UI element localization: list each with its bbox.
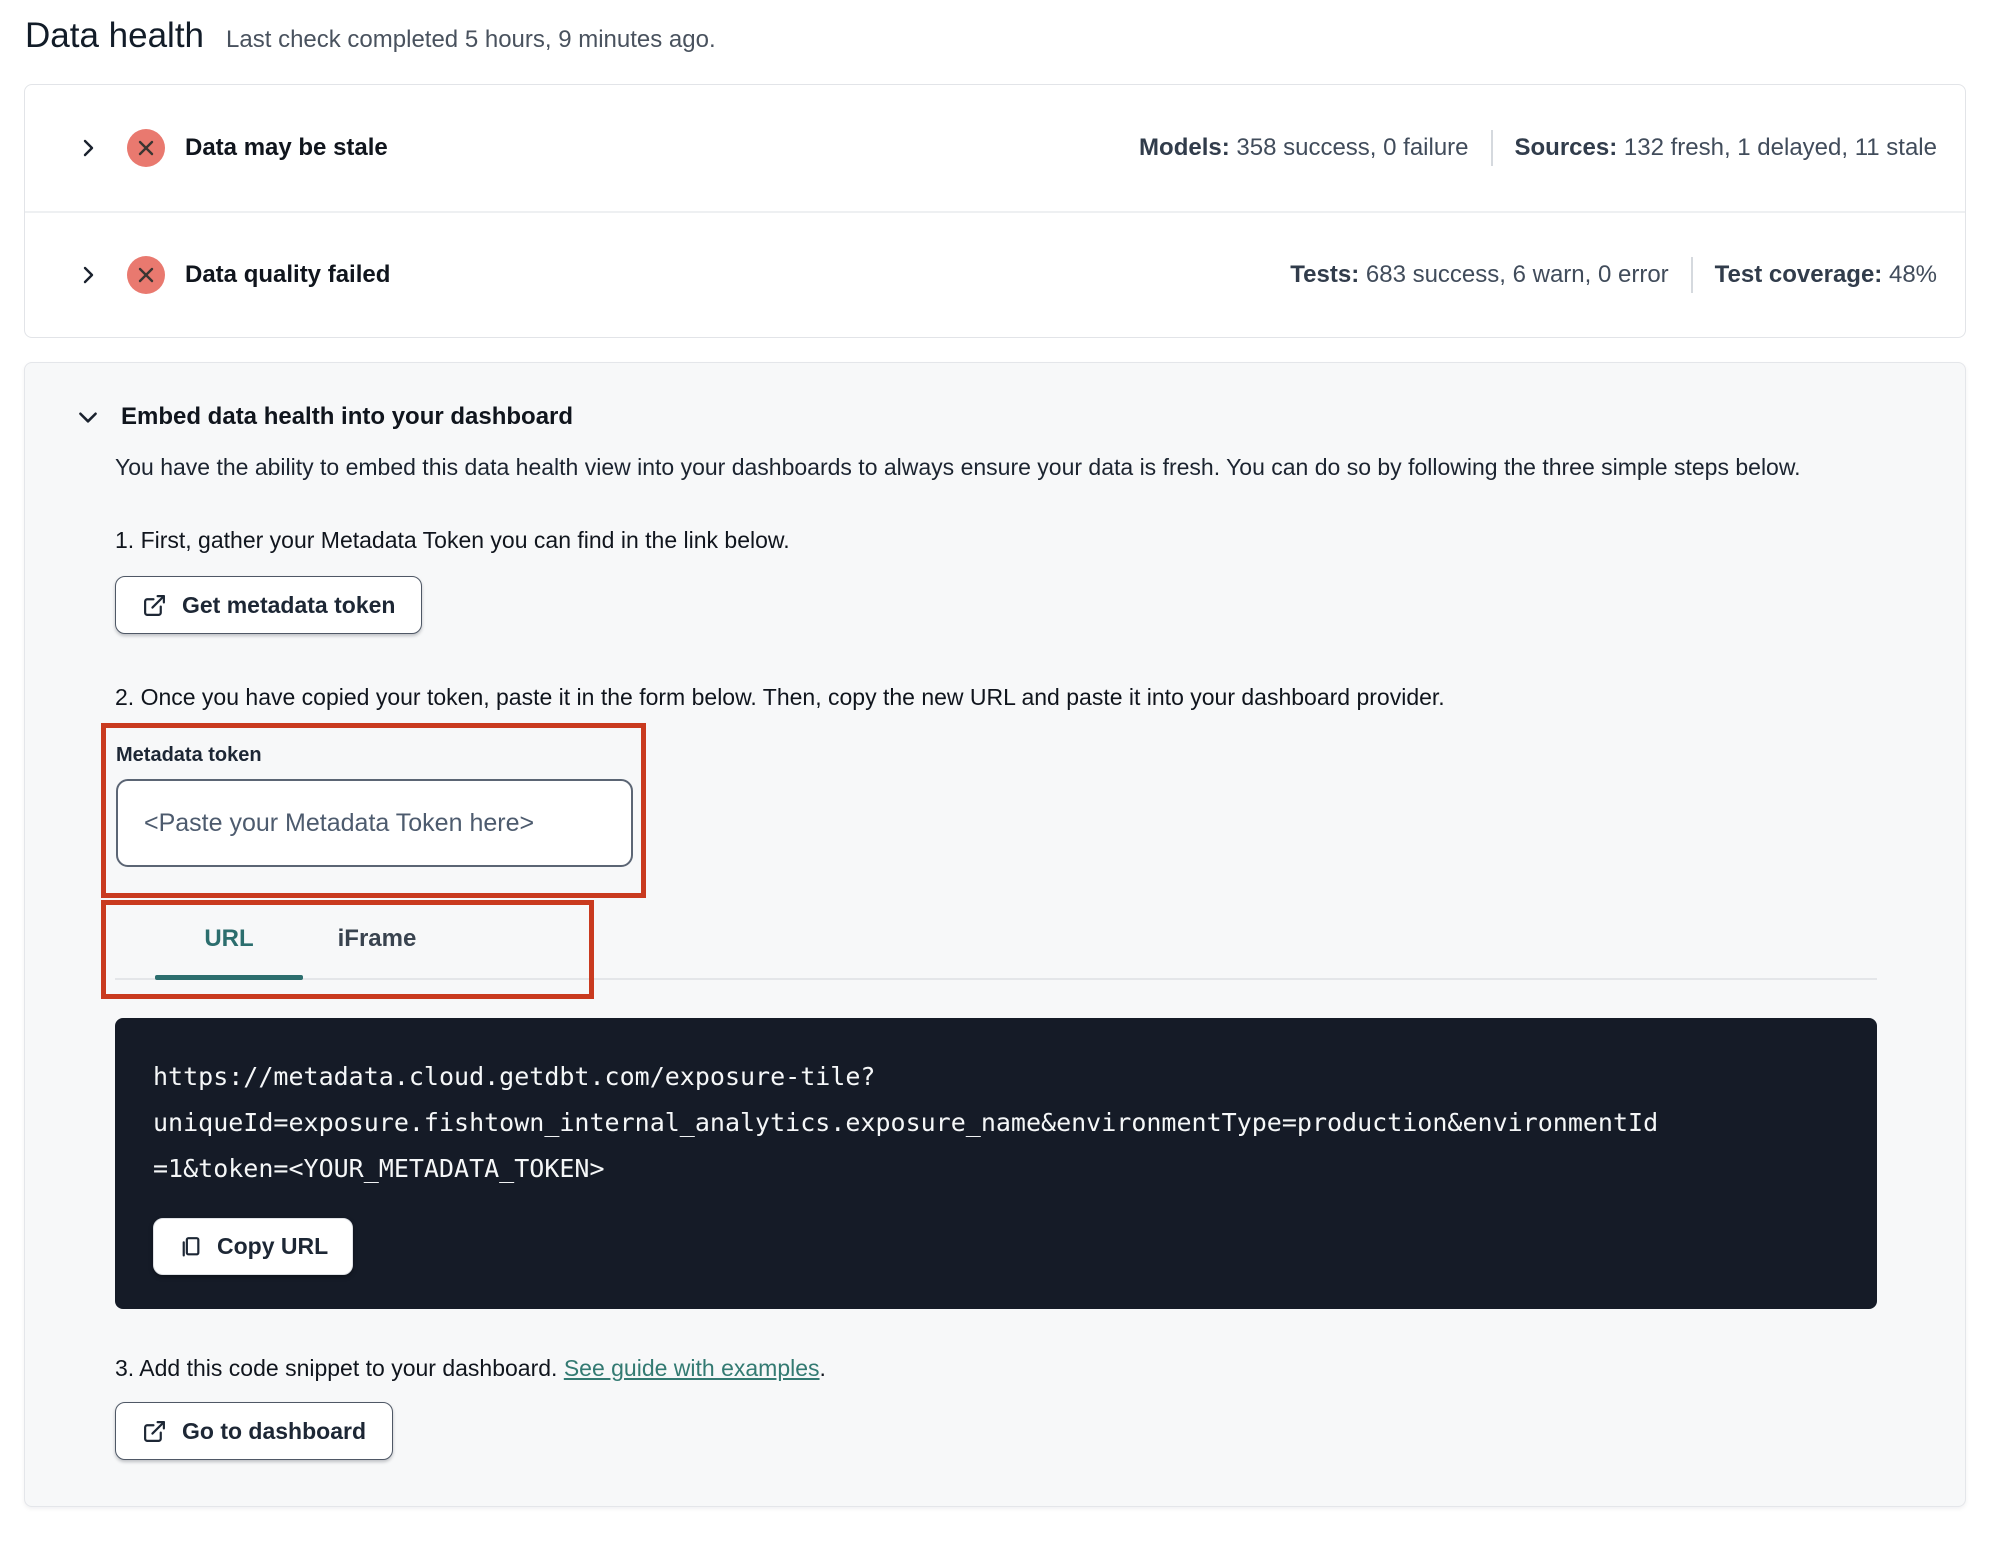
test-coverage-stat-value: 48%: [1882, 261, 1937, 288]
chevron-right-icon[interactable]: [75, 262, 101, 288]
embed-data-health-section: Embed data health into your dashboard Yo…: [24, 362, 1966, 1507]
external-link-icon: [142, 1419, 167, 1444]
metadata-token-label: Metadata token: [116, 744, 262, 766]
models-stat-label: Models:: [1139, 134, 1230, 161]
metadata-token-input[interactable]: [116, 779, 633, 867]
see-guide-link[interactable]: See guide with examples: [564, 1355, 820, 1381]
output-format-tabs-zone: URL iFrame: [25, 900, 1965, 1000]
copy-url-button[interactable]: Copy URL: [153, 1218, 354, 1275]
go-to-dashboard-label: Go to dashboard: [182, 1417, 366, 1444]
sources-stat-label: Sources:: [1514, 134, 1618, 161]
step-1-text: 1. First, gather your Metadata Token you…: [115, 527, 790, 553]
go-to-dashboard-button[interactable]: Go to dashboard: [115, 1402, 393, 1460]
status-row-data-quality[interactable]: Data quality failed Tests: 683 success, …: [25, 211, 1965, 337]
status-row-stats: Models: 358 success, 0 failure Sources: …: [1139, 130, 1937, 166]
sources-stat: Sources: 132 fresh, 1 delayed, 11 stale: [1515, 134, 1937, 162]
tab-iframe-label: iFrame: [337, 925, 417, 952]
output-format-tabstrip: URL iFrame: [115, 900, 1877, 980]
tab-iframe[interactable]: iFrame: [303, 900, 451, 978]
stat-divider: [1490, 130, 1493, 166]
tests-stat: Tests: 683 success, 6 warn, 0 error: [1290, 261, 1668, 289]
embed-section-header[interactable]: Embed data health into your dashboard: [75, 403, 1965, 431]
tests-stat-label: Tests:: [1290, 261, 1360, 288]
copy-url-label: Copy URL: [217, 1233, 329, 1259]
failure-x-circle-icon: [127, 256, 165, 294]
step-3-suffix: .: [819, 1355, 826, 1381]
data-health-status-card: Data may be stale Models: 358 success, 0…: [24, 84, 1966, 338]
models-stat-value: 358 success, 0 failure: [1229, 134, 1469, 161]
tests-stat-value: 683 success, 6 warn, 0 error: [1359, 261, 1669, 288]
copy-icon: [178, 1234, 203, 1259]
embed-description: You have the ability to embed this data …: [115, 454, 1801, 480]
page-header: Data health Last check completed 5 hours…: [0, 0, 1990, 56]
last-check-timestamp: Last check completed 5 hours, 9 minutes …: [226, 26, 716, 53]
tab-url-label: URL: [204, 925, 254, 952]
sources-stat-value: 132 fresh, 1 delayed, 11 stale: [1617, 134, 1937, 161]
status-row-title: Data quality failed: [185, 261, 391, 288]
get-metadata-token-button[interactable]: Get metadata token: [115, 576, 423, 634]
status-row-data-stale[interactable]: Data may be stale Models: 358 success, 0…: [25, 85, 1965, 211]
external-link-icon: [142, 593, 167, 618]
get-metadata-token-label: Get metadata token: [182, 591, 396, 618]
models-stat: Models: 358 success, 0 failure: [1139, 134, 1468, 162]
chevron-right-icon[interactable]: [75, 135, 101, 161]
embed-url-code-block: https://metadata.cloud.getdbt.com/exposu…: [115, 1018, 1877, 1309]
code-line: =1&token=<YOUR_METADATA_TOKEN>: [153, 1154, 605, 1183]
test-coverage-stat: Test coverage: 48%: [1715, 261, 1937, 289]
code-line: https://metadata.cloud.getdbt.com/exposu…: [153, 1062, 876, 1091]
tab-url[interactable]: URL: [155, 900, 303, 980]
step-3-text: 3. Add this code snippet to your dashboa…: [115, 1355, 1965, 1382]
status-row-stats: Tests: 683 success, 6 warn, 0 error Test…: [1290, 257, 1937, 293]
code-line: uniqueId=exposure.fishtown_internal_anal…: [153, 1108, 1659, 1137]
status-row-title: Data may be stale: [185, 134, 388, 161]
chevron-down-icon[interactable]: [75, 404, 101, 430]
stat-divider: [1690, 257, 1693, 293]
embed-section-title: Embed data health into your dashboard: [121, 403, 574, 430]
page-title: Data health: [25, 16, 205, 55]
annotation-box-metadata-token: Metadata token: [101, 723, 646, 898]
failure-x-circle-icon: [127, 129, 165, 167]
test-coverage-stat-label: Test coverage:: [1714, 261, 1883, 288]
step-3-prefix: 3. Add this code snippet to your dashboa…: [115, 1355, 564, 1381]
step-2-text: 2. Once you have copied your token, past…: [115, 684, 1445, 710]
